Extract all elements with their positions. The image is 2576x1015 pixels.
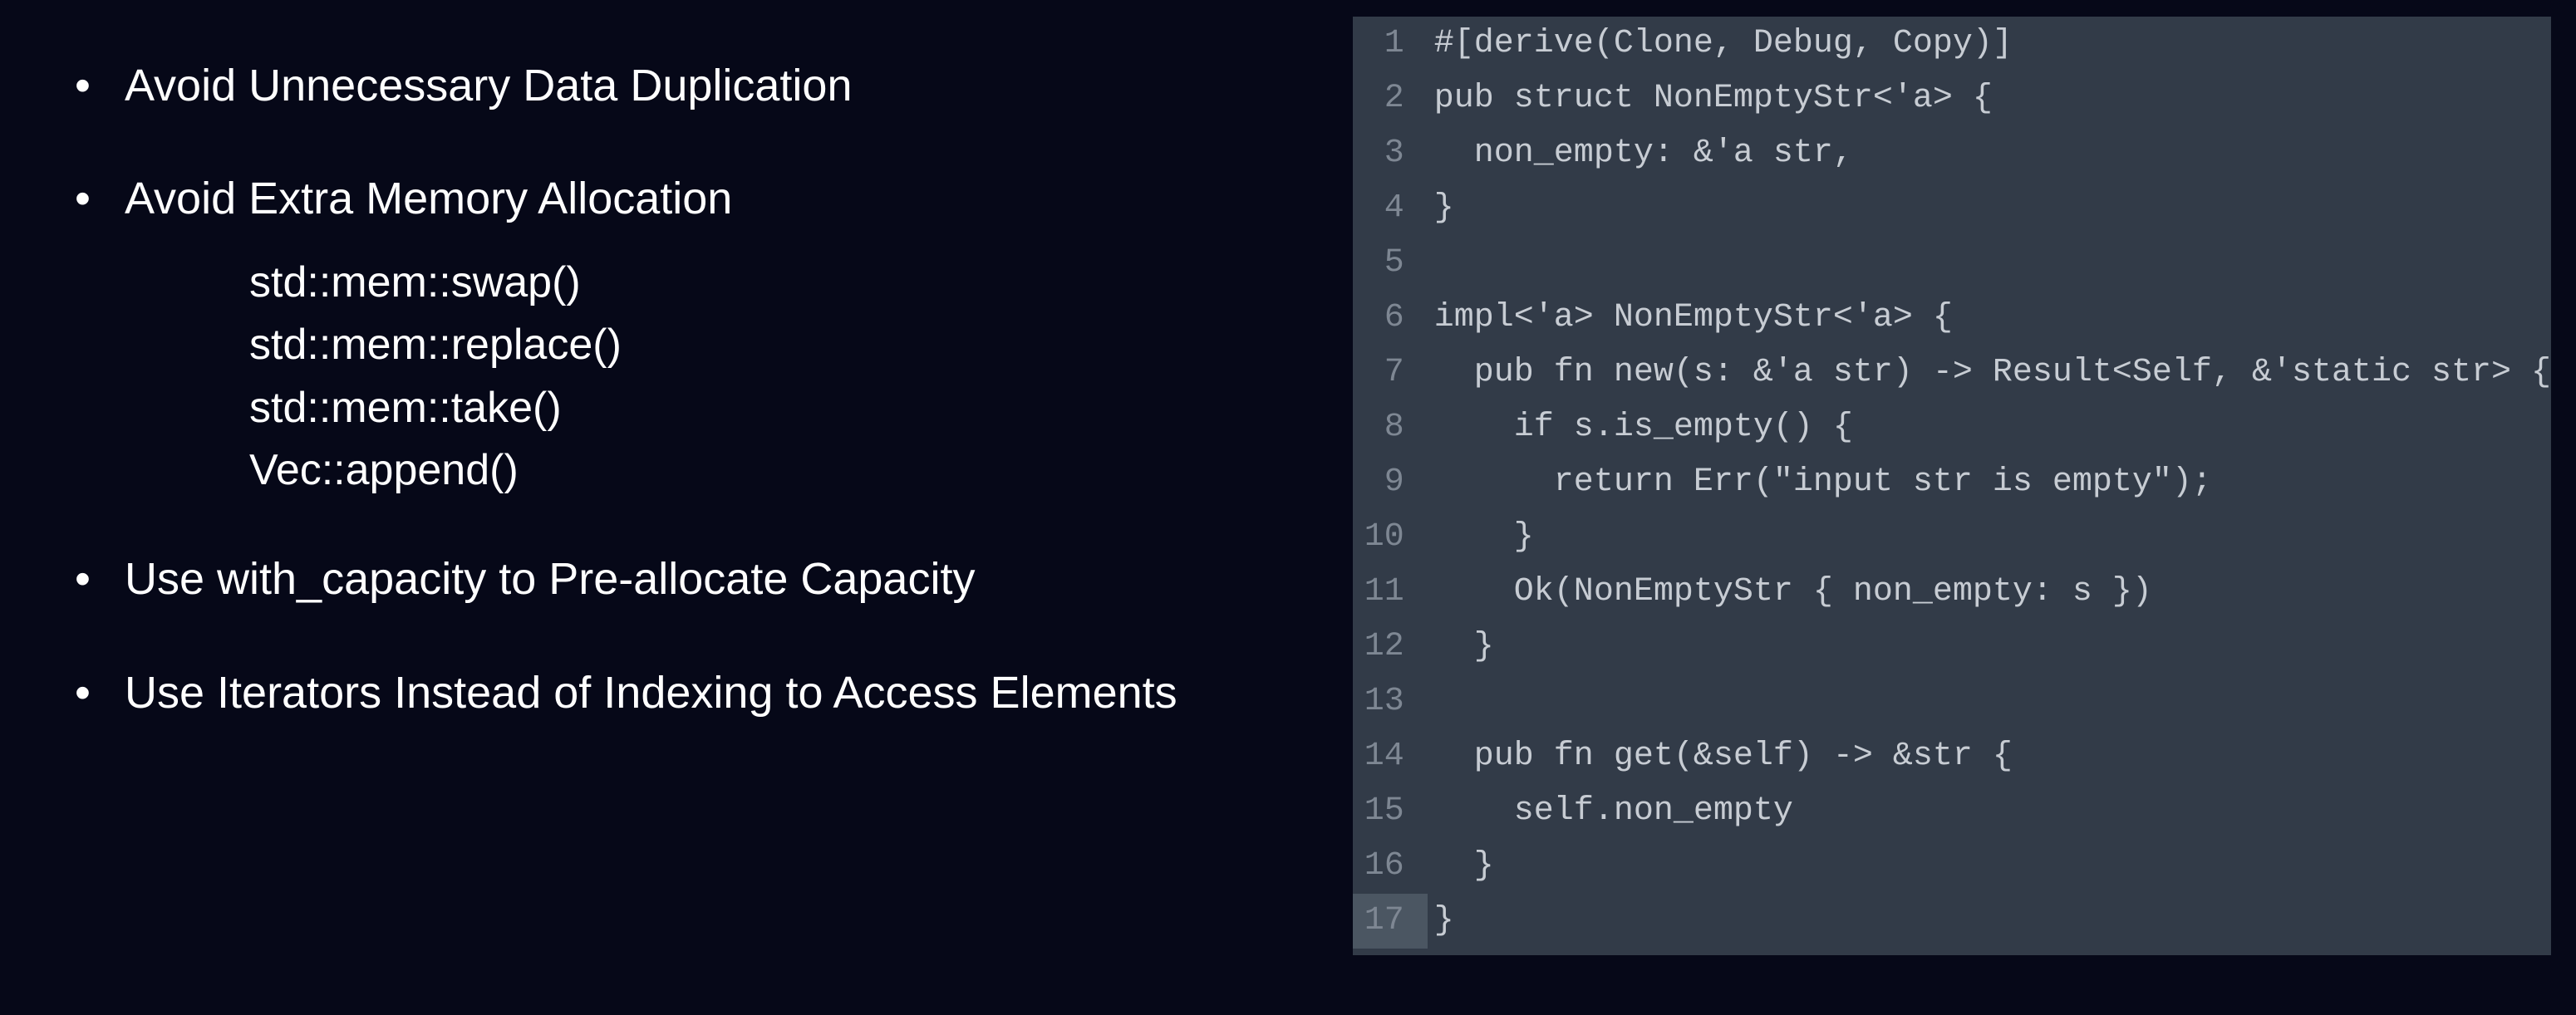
code-text: #[derive(Clone, Debug, Copy)] [1428, 17, 2013, 71]
bullet-item: Avoid Unnecessary Data Duplication [50, 50, 1320, 121]
line-number: 9 [1353, 455, 1428, 509]
code-column: 1#[derive(Clone, Debug, Copy)]2pub struc… [1353, 0, 2576, 1015]
line-number: 8 [1353, 400, 1428, 454]
line-number: 17 [1353, 894, 1428, 948]
sub-item: Vec::append() [249, 439, 1320, 502]
bullet-text: Use with_capacity to Pre-allocate Capaci… [125, 554, 975, 604]
bullet-text: Avoid Unnecessary Data Duplication [125, 61, 852, 110]
code-line: 1#[derive(Clone, Debug, Copy)] [1353, 17, 2551, 71]
code-line: 17} [1353, 894, 2551, 949]
code-text: pub fn get(&self) -> &str { [1428, 729, 2013, 783]
line-number: 12 [1353, 620, 1428, 674]
line-number: 5 [1353, 236, 1428, 290]
code-text: } [1428, 620, 1494, 674]
code-line: 14 pub fn get(&self) -> &str { [1353, 729, 2551, 784]
code-line: 4} [1353, 181, 2551, 236]
code-text: return Err("input str is empty"); [1428, 455, 2212, 509]
code-line: 7 pub fn new(s: &'a str) -> Result<Self,… [1353, 346, 2551, 400]
bullet-item: Use with_capacity to Pre-allocate Capaci… [50, 543, 1320, 615]
code-text: } [1428, 181, 1454, 235]
code-text: if s.is_empty() { [1428, 400, 1853, 454]
line-number: 15 [1353, 784, 1428, 838]
bullet-panel: Avoid Unnecessary Data Duplication Avoid… [0, 0, 1353, 1015]
line-number: 6 [1353, 291, 1428, 345]
line-number: 4 [1353, 181, 1428, 235]
line-number: 10 [1353, 510, 1428, 564]
code-text: pub fn new(s: &'a str) -> Result<Self, &… [1428, 346, 2551, 400]
bullet-list: Avoid Unnecessary Data Duplication Avoid… [50, 50, 1320, 728]
code-text: } [1428, 510, 1534, 564]
line-number: 14 [1353, 729, 1428, 783]
code-line: 11 Ok(NonEmptyStr { non_empty: s }) [1353, 565, 2551, 620]
line-number: 7 [1353, 346, 1428, 400]
sub-item: std::mem::replace() [249, 314, 1320, 376]
code-line: 12 } [1353, 620, 2551, 674]
code-line: 16 } [1353, 839, 2551, 894]
code-text: } [1428, 894, 1454, 948]
line-number: 3 [1353, 126, 1428, 180]
bullet-item: Avoid Extra Memory Allocation std::mem::… [50, 163, 1320, 502]
code-text: impl<'a> NonEmptyStr<'a> { [1428, 291, 1953, 345]
line-number: 11 [1353, 565, 1428, 619]
code-line: 6impl<'a> NonEmptyStr<'a> { [1353, 291, 2551, 346]
code-line: 9 return Err("input str is empty"); [1353, 455, 2551, 510]
sub-item: std::mem::take() [249, 377, 1320, 439]
bullet-text: Use Iterators Instead of Indexing to Acc… [125, 668, 1177, 718]
line-number: 1 [1353, 17, 1428, 71]
code-text: } [1428, 839, 1494, 893]
line-number: 2 [1353, 71, 1428, 125]
code-text: pub struct NonEmptyStr<'a> { [1428, 71, 1993, 125]
code-line: 3 non_empty: &'a str, [1353, 126, 2551, 181]
bullet-item: Use Iterators Instead of Indexing to Acc… [50, 657, 1320, 728]
code-line: 5 [1353, 236, 2551, 291]
bullet-text: Avoid Extra Memory Allocation [125, 174, 732, 223]
code-line: 15 self.non_empty [1353, 784, 2551, 839]
code-line: 13 [1353, 674, 2551, 729]
code-panel: 1#[derive(Clone, Debug, Copy)]2pub struc… [1353, 17, 2551, 955]
code-line: 8 if s.is_empty() { [1353, 400, 2551, 455]
code-line: 2pub struct NonEmptyStr<'a> { [1353, 71, 2551, 126]
sub-item: std::mem::swap() [249, 252, 1320, 314]
code-text: Ok(NonEmptyStr { non_empty: s }) [1428, 565, 2152, 619]
code-text: self.non_empty [1428, 784, 1793, 838]
line-number: 13 [1353, 674, 1428, 728]
code-text: non_empty: &'a str, [1428, 126, 1853, 180]
code-line: 10 } [1353, 510, 2551, 565]
line-number: 16 [1353, 839, 1428, 893]
sub-list: std::mem::swap() std::mem::replace() std… [125, 252, 1320, 503]
